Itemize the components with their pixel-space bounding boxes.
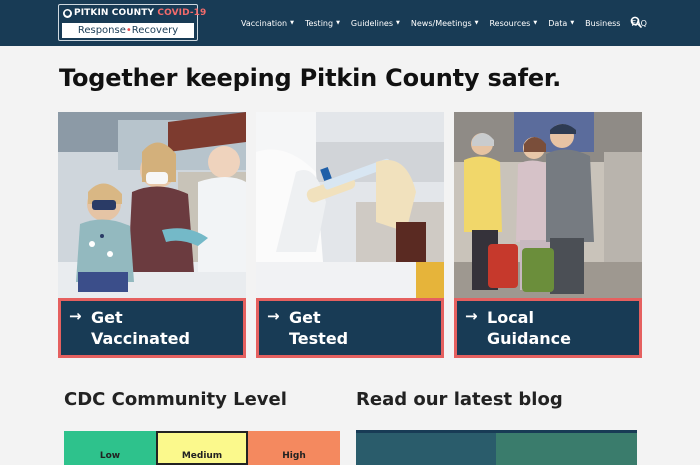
- card-get-tested[interactable]: → Get Tested: [256, 112, 444, 358]
- nav-item-news-meetings[interactable]: News/Meetings ▼: [411, 19, 479, 28]
- logo-title: ● PITKIN COUNTY COVID-19: [63, 8, 206, 18]
- arrow-right-icon: →: [267, 307, 280, 325]
- nav-label: Guidelines: [350, 18, 394, 28]
- main-nav: Vaccination ▼ Testing ▼ Guidelines ▼ News/M…: [241, 17, 658, 29]
- chevron-down-icon: ▼: [533, 20, 538, 26]
- guidance-photo: [454, 112, 642, 300]
- nav-item-testing[interactable]: Testing ▼: [305, 19, 340, 28]
- cta-label-line2: Guidance: [487, 329, 571, 348]
- cdc-section-title: CDC Community Level: [64, 389, 287, 410]
- nav-item-resources[interactable]: Resources ▼: [489, 19, 537, 28]
- nav-label: Business: [585, 18, 621, 28]
- site-logo[interactable]: ● PITKIN COUNTY COVID-19 Response•Recover…: [58, 4, 206, 41]
- testing-photo: [256, 112, 444, 300]
- arrow-right-icon: →: [69, 307, 82, 325]
- search-icon[interactable]: [630, 16, 642, 28]
- chevron-down-icon: ▼: [336, 20, 340, 26]
- cta-label-line1: Local: [487, 308, 534, 327]
- card-local-guidance[interactable]: → Local Guidance: [454, 112, 642, 358]
- cdc-level-scale: Low Medium High: [64, 431, 340, 465]
- latest-blog-card[interactable]: [356, 430, 637, 465]
- nav-label: Data: [548, 18, 568, 28]
- chevron-down-icon: ▼: [474, 20, 479, 26]
- nav-item-vaccination[interactable]: Vaccination ▼: [241, 19, 294, 28]
- nav-label: Resources: [489, 18, 531, 28]
- nav-label: Vaccination: [241, 18, 288, 28]
- nav-label: Testing: [304, 18, 334, 28]
- local-guidance-button[interactable]: → Local Guidance: [454, 298, 642, 358]
- cdc-level-high: High: [248, 431, 340, 465]
- logo-tagline-right: Recovery: [131, 25, 179, 36]
- arrow-right-icon: →: [465, 307, 478, 325]
- get-tested-button[interactable]: → Get Tested: [256, 298, 444, 358]
- nav-item-business[interactable]: Business: [585, 19, 620, 28]
- cta-label-line2: Tested: [289, 329, 349, 348]
- nav-item-guidelines[interactable]: Guidelines ▼: [351, 19, 400, 28]
- chevron-down-icon: ▼: [570, 20, 575, 26]
- get-vaccinated-button[interactable]: → Get Vaccinated: [58, 298, 246, 358]
- county-badge-icon: ●: [63, 9, 72, 18]
- card-get-vaccinated[interactable]: → Get Vaccinated: [58, 112, 246, 358]
- logo-tagline-left: Response: [77, 25, 126, 36]
- chevron-down-icon: ▼: [290, 20, 294, 26]
- chevron-down-icon: ▼: [396, 20, 400, 26]
- cta-label-line1: Get: [91, 308, 123, 327]
- nav-item-data[interactable]: Data ▼: [548, 19, 574, 28]
- cta-label-line1: Get: [289, 308, 321, 327]
- site-header: ● PITKIN COUNTY COVID-19 Response•Recover…: [0, 0, 700, 46]
- logo-highlight: COVID-19: [157, 8, 207, 18]
- cdc-level-low: Low: [64, 431, 156, 465]
- page-title: Together keeping Pitkin County safer.: [59, 64, 562, 92]
- nav-label: News/Meetings: [410, 18, 472, 28]
- cta-label-line2: Vaccinated: [91, 329, 190, 348]
- logo-name: PITKIN COUNTY: [74, 8, 155, 18]
- blog-thumbnail: [356, 433, 637, 465]
- cdc-level-medium: Medium: [156, 431, 248, 465]
- blog-section-title: Read our latest blog: [356, 389, 563, 410]
- logo-tagline: Response•Recovery: [62, 23, 194, 38]
- vaccination-photo: [58, 112, 246, 300]
